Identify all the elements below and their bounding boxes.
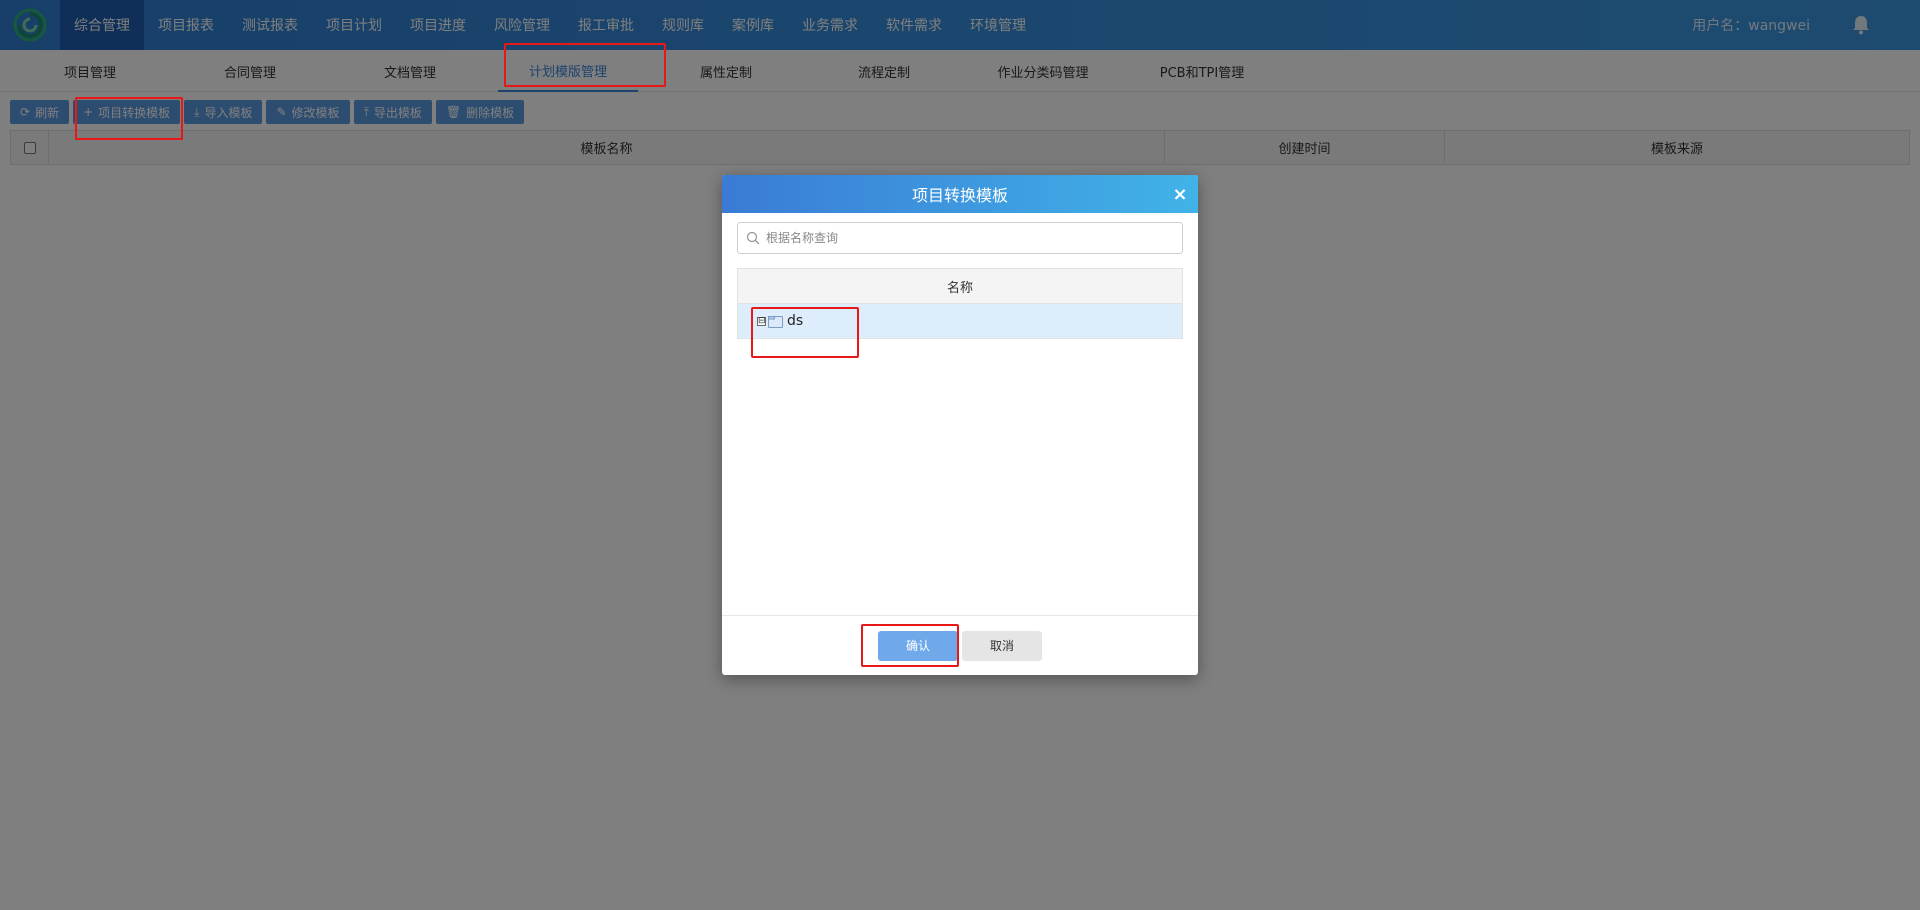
cancel-button[interactable]: 取消: [962, 630, 1042, 661]
collapse-icon[interactable]: ⊟: [757, 316, 766, 326]
dialog-header: 项目转换模板 ×: [722, 175, 1198, 213]
tree-node-label: ds: [787, 313, 804, 329]
tree-column-header: 名称: [737, 268, 1183, 304]
tree-header-label: 名称: [946, 280, 973, 296]
search-box: [737, 222, 1183, 254]
dialog-footer: 确认 取消: [722, 615, 1198, 675]
search-input[interactable]: [766, 231, 1166, 245]
folder-icon: [768, 315, 783, 328]
close-icon[interactable]: ×: [1170, 184, 1190, 205]
confirm-button[interactable]: 确认: [878, 630, 958, 661]
search-icon: [746, 231, 760, 245]
tree-node-ds[interactable]: ⊟ ds: [737, 304, 1183, 339]
dialog-title: 项目转换模板: [911, 186, 1008, 205]
project-to-template-dialog: 项目转换模板 × 名称 ⊟ ds 确认 取消: [722, 175, 1198, 675]
